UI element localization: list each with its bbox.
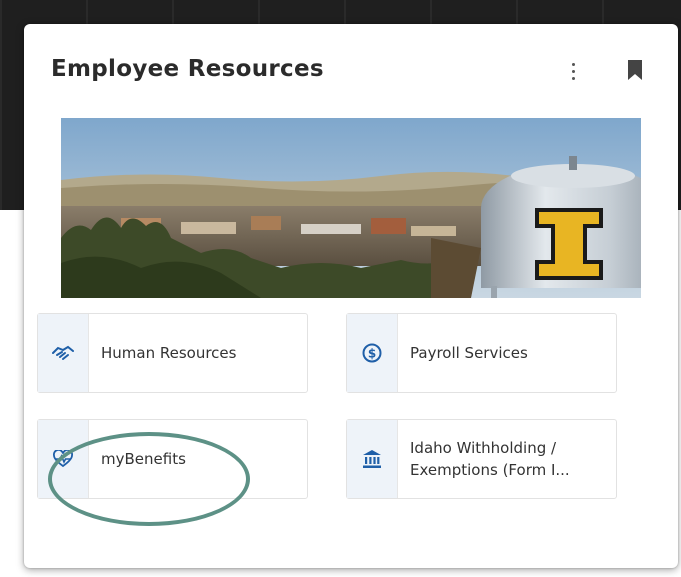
highlight-annotation-circle — [48, 432, 250, 526]
tile-label: Human Resources — [101, 344, 237, 362]
card-title: Employee Resources — [51, 56, 324, 82]
bookmark-icon[interactable] — [625, 56, 645, 84]
tile-human-resources[interactable]: Human Resources — [37, 313, 308, 393]
tile-label: Payroll Services — [410, 344, 528, 362]
tile-label: Idaho Withholding / Exemptions (Form I..… — [410, 439, 570, 479]
dollar-circle-icon: $ — [347, 314, 398, 392]
tile-payroll-services[interactable]: $ Payroll Services — [346, 313, 617, 393]
bank-icon — [347, 420, 398, 498]
more-options-icon[interactable] — [558, 56, 588, 86]
tile-idaho-withholding[interactable]: Idaho Withholding / Exemptions (Form I..… — [346, 419, 617, 499]
handshake-icon — [38, 314, 89, 392]
banner-image — [61, 118, 641, 298]
svg-text:$: $ — [368, 347, 376, 361]
